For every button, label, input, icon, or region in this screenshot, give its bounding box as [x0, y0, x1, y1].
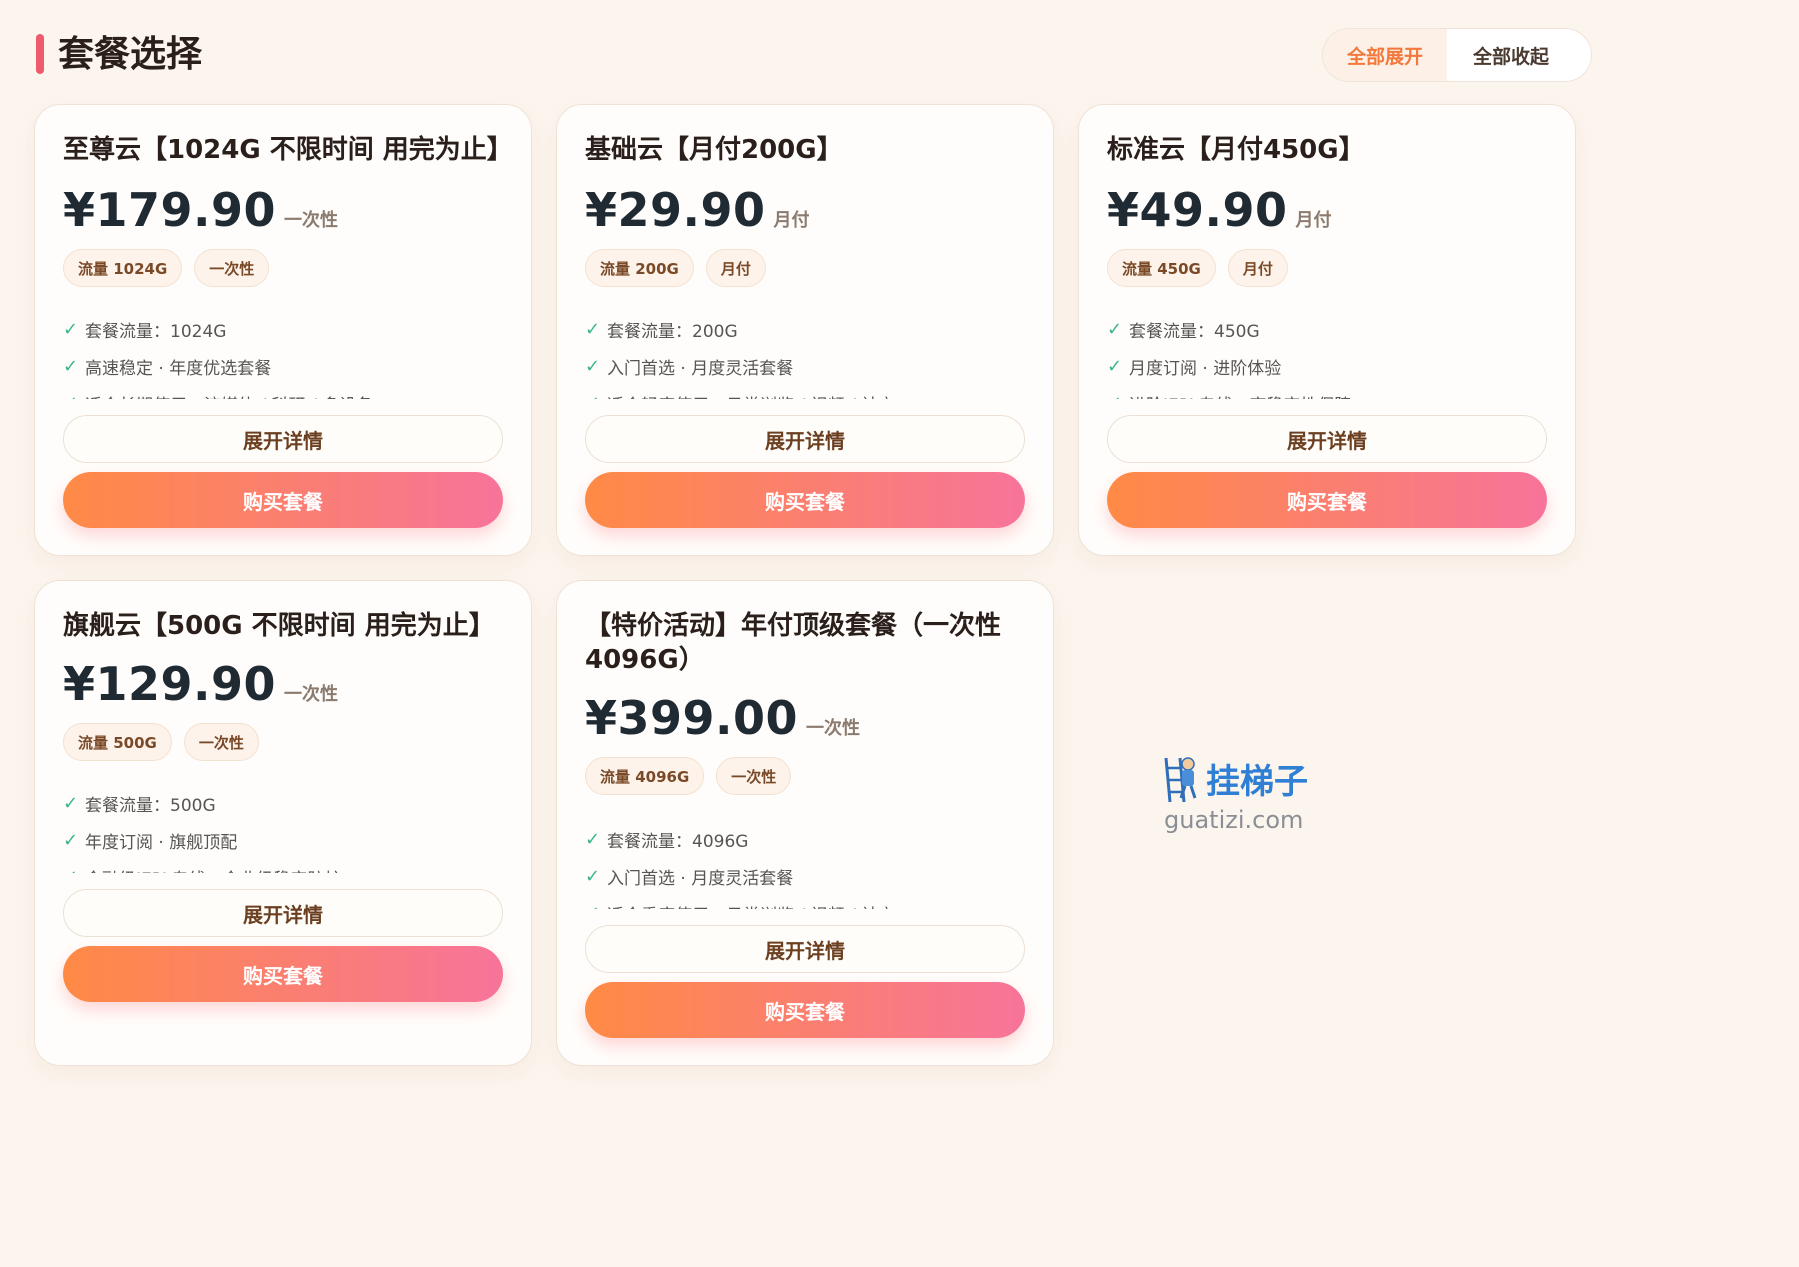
plan-tags: 流量 200G 月付 [585, 249, 766, 287]
plan-price: ¥399.00 [585, 691, 799, 745]
check-icon: ✓ [1107, 356, 1123, 377]
feature-item: ✓ 入门首选 · 月度灵活套餐 [585, 866, 794, 889]
plan-card-biaozhun: 标准云【月付450G】 ¥49.90 月付 流量 450G 月付 ✓ 套餐流量：4… [1078, 104, 1576, 556]
buy-plan-button[interactable]: 购买套餐 [585, 472, 1025, 528]
watermark-domain: guatizi.com [1164, 806, 1304, 834]
watermark-brand: 挂梯子 [1206, 761, 1308, 802]
check-icon: ✓ [63, 356, 79, 377]
expand-details-button[interactable]: 展开详情 [585, 415, 1025, 463]
traffic-tag: 流量 450G [1107, 249, 1216, 287]
expand-collapse-toggle: 全部展开 全部收起 [1322, 28, 1592, 82]
plan-tags: 流量 450G 月付 [1107, 249, 1288, 287]
feature-item: ✓ 入门首选 · 月度灵活套餐 [585, 356, 794, 379]
plan-tags: 流量 500G 一次性 [63, 723, 259, 761]
title-accent-bar [36, 34, 44, 74]
period-tag: 月付 [705, 249, 766, 287]
feature-list: ✓套餐流量：450G ✓月度订阅 · 进阶体验 ✓进阶IEPL专线，高稳定性保障 [1107, 311, 1547, 399]
buy-plan-button[interactable]: 购买套餐 [585, 982, 1025, 1038]
plan-price: ¥29.90 [585, 183, 766, 237]
watermark-logo-row: 挂梯子 [1160, 752, 1320, 804]
expand-details-button[interactable]: 展开详情 [1107, 415, 1547, 463]
watermark: 挂梯子 guatizi.com [1160, 752, 1320, 834]
check-icon: ✓ [585, 903, 607, 909]
expand-all-button[interactable]: 全部展开 [1323, 29, 1447, 81]
traffic-tag: 流量 500G [63, 723, 172, 761]
feature-item: ✓ 套餐流量：4096G [585, 829, 749, 852]
plan-name: 基础云【月付200G】 [585, 135, 843, 165]
plan-card-special-offer: 【特价活动】年付顶级套餐（一次性4096G） ¥399.00 一次性 流量 40… [556, 580, 1054, 1066]
check-icon: ✓ [63, 867, 85, 873]
plan-price: ¥179.90 [63, 183, 277, 237]
plan-price: ¥129.90 [63, 657, 277, 711]
price-row: ¥29.90 月付 [585, 183, 810, 237]
expand-details-button[interactable]: 展开详情 [63, 415, 503, 463]
page-title: 套餐选择 [58, 34, 203, 75]
traffic-tag: 流量 1024G [63, 249, 183, 287]
check-icon: ✓ [585, 319, 601, 340]
price-row: ¥129.90 一次性 [63, 657, 338, 711]
check-icon: ✓ [1107, 393, 1129, 399]
plan-name: 标准云【月付450G】 [1107, 135, 1365, 165]
period-tag: 一次性 [194, 249, 270, 287]
plan-period: 一次性 [284, 210, 339, 231]
buy-plan-button[interactable]: 购买套餐 [63, 472, 503, 528]
feature-item: ✓ 月度订阅 · 进阶体验 [1107, 356, 1282, 379]
check-icon: ✓ [585, 866, 601, 887]
plan-price: ¥49.90 [1107, 183, 1288, 237]
period-tag: 一次性 [183, 723, 259, 761]
price-row: ¥399.00 一次性 [585, 691, 860, 745]
check-icon: ✓ [63, 793, 79, 814]
feature-item: ✓ 年度订阅 · 旗舰顶配 [63, 830, 238, 853]
feature-item: ✓ 套餐流量：1024G [63, 319, 227, 342]
plan-period: 月付 [773, 210, 810, 231]
plan-tags: 流量 4096G 一次性 [585, 757, 792, 795]
feature-list: ✓套餐流量：500G ✓年度订阅 · 旗舰顶配 ✓金融级IEPL专线，企业级稳定… [63, 785, 503, 873]
feature-list: ✓套餐流量：200G ✓入门首选 · 月度灵活套餐 ✓适合轻度使用：日常浏览 /… [585, 311, 1025, 399]
feature-item: ✓ 高速稳定 · 年度优选套餐 [63, 356, 272, 379]
price-row: ¥179.90 一次性 [63, 183, 338, 237]
plan-card-zhizun: 至尊云【1024G 不限时间 用完为止】 ¥179.90 一次性 流量 1024… [34, 104, 532, 556]
feature-list: ✓套餐流量：4096G ✓入门首选 · 月度灵活套餐 ✓适合重度使用：日常浏览 … [585, 821, 1025, 909]
plan-name: 旗舰云【500G 不限时间 用完为止】 [63, 611, 495, 641]
feature-item: ✓适合重度使用：日常浏览 / 视频 / 社交 [585, 895, 1025, 909]
plan-card-jichu: 基础云【月付200G】 ¥29.90 月付 流量 200G 月付 ✓ 套餐流量：2… [556, 104, 1054, 556]
price-row: ¥49.90 月付 [1107, 183, 1332, 237]
feature-item: ✓ 套餐流量：450G [1107, 319, 1260, 342]
plan-card-qijian: 旗舰云【500G 不限时间 用完为止】 ¥129.90 一次性 流量 500G … [34, 580, 532, 1066]
buy-plan-button[interactable]: 购买套餐 [1107, 472, 1547, 528]
plan-period: 一次性 [284, 684, 339, 705]
feature-item: ✓适合轻度使用：日常浏览 / 视频 / 社交 [585, 385, 1025, 399]
feature-item: ✓适合长期使用：流媒体 / 科研 / 多设备 [63, 385, 503, 399]
ladder-worker-icon [1164, 757, 1197, 803]
check-icon: ✓ [63, 319, 79, 340]
feature-item: ✓进阶IEPL专线，高稳定性保障 [1107, 385, 1547, 399]
check-icon: ✓ [63, 393, 85, 399]
expand-details-button[interactable]: 展开详情 [63, 889, 503, 937]
collapse-all-button[interactable]: 全部收起 [1447, 29, 1575, 81]
feature-item: ✓ 套餐流量：500G [63, 793, 216, 816]
plan-name: 至尊云【1024G 不限时间 用完为止】 [63, 135, 513, 165]
buy-plan-button[interactable]: 购买套餐 [63, 946, 503, 1002]
plan-selection-page: 套餐选择 全部展开 全部收起 至尊云【1024G 不限时间 用完为止】 ¥179… [0, 0, 1592, 1104]
period-tag: 一次性 [716, 757, 792, 795]
check-icon: ✓ [585, 393, 607, 399]
expand-details-button[interactable]: 展开详情 [585, 925, 1025, 973]
plan-period: 月付 [1295, 210, 1332, 231]
check-icon: ✓ [63, 830, 79, 851]
plan-tags: 流量 1024G 一次性 [63, 249, 270, 287]
plan-name: 【特价活动】年付顶级套餐（一次性4096G） [585, 611, 1002, 675]
feature-item: ✓ 套餐流量：200G [585, 319, 738, 342]
feature-item: ✓金融级IEPL专线，企业级稳定防护 [63, 859, 503, 873]
traffic-tag: 流量 4096G [585, 757, 705, 795]
period-tag: 月付 [1227, 249, 1288, 287]
traffic-tag: 流量 200G [585, 249, 694, 287]
plan-period: 一次性 [806, 718, 861, 739]
check-icon: ✓ [1107, 319, 1123, 340]
feature-list: ✓套餐流量：1024G ✓高速稳定 · 年度优选套餐 ✓适合长期使用：流媒体 /… [63, 311, 503, 399]
check-icon: ✓ [585, 829, 601, 850]
check-icon: ✓ [585, 356, 601, 377]
